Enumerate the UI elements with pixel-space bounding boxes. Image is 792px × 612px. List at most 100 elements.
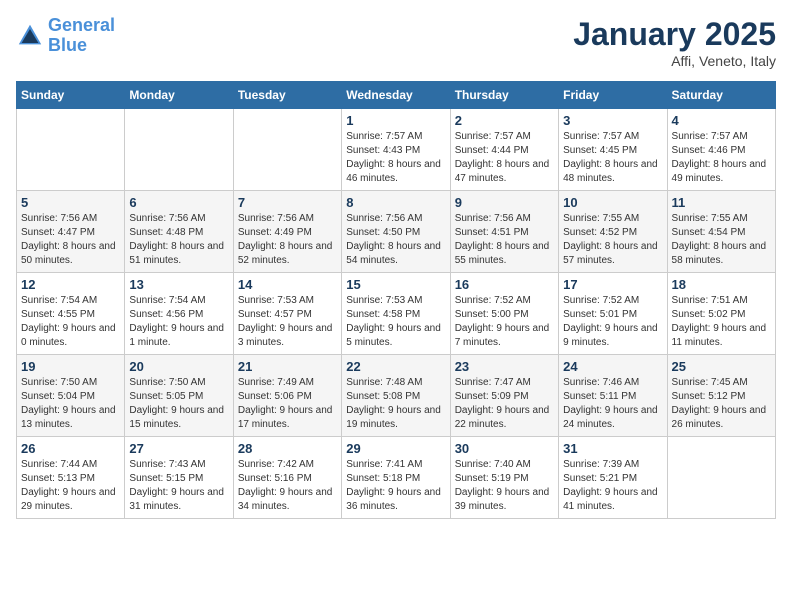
- day-number: 24: [563, 359, 662, 374]
- calendar-cell: 2 Sunrise: 7:57 AM Sunset: 4:44 PM Daylig…: [450, 109, 558, 191]
- day-info: Sunrise: 7:42 AM Sunset: 5:16 PM Dayligh…: [238, 458, 337, 514]
- day-number: 2: [455, 113, 554, 128]
- day-number: 14: [238, 277, 337, 292]
- calendar-cell: 20 Sunrise: 7:50 AM Sunset: 5:05 PM Dayli…: [125, 355, 233, 437]
- day-number: 28: [238, 441, 337, 456]
- logo: General Blue: [16, 16, 115, 56]
- calendar-cell: 24 Sunrise: 7:46 AM Sunset: 5:11 PM Dayli…: [559, 355, 667, 437]
- calendar-week-row: 12 Sunrise: 7:54 AM Sunset: 4:55 PM Dayli…: [17, 273, 776, 355]
- day-number: 26: [21, 441, 120, 456]
- day-number: 16: [455, 277, 554, 292]
- calendar-cell: 23Sunrise: 7:47 AM Sunset: 5:09 PM Dayli…: [450, 355, 558, 437]
- calendar-week-row: 1Sunrise: 7:57 AM Sunset: 4:43 PM Daylig…: [17, 109, 776, 191]
- day-info: Sunrise: 7:54 AM Sunset: 4:55 PM Dayligh…: [21, 294, 120, 350]
- calendar-cell: 19Sunrise: 7:50 AM Sunset: 5:04 PM Dayli…: [17, 355, 125, 437]
- weekday-header: Thursday: [450, 82, 558, 109]
- day-number: 3: [563, 113, 662, 128]
- day-number: 29: [346, 441, 445, 456]
- calendar-cell: [125, 109, 233, 191]
- calendar-week-row: 5 Sunrise: 7:56 AM Sunset: 4:47 PM Daylig…: [17, 191, 776, 273]
- day-info: Sunrise: 7:56 AM Sunset: 4:50 PM Dayligh…: [346, 212, 445, 268]
- day-number: 21: [238, 359, 337, 374]
- day-number: 7: [238, 195, 337, 210]
- day-info: Sunrise: 7:52 AM Sunset: 5:00 PM Dayligh…: [455, 294, 554, 350]
- calendar-cell: 16 Sunrise: 7:52 AM Sunset: 5:00 PM Dayli…: [450, 273, 558, 355]
- calendar-week-row: 19Sunrise: 7:50 AM Sunset: 5:04 PM Dayli…: [17, 355, 776, 437]
- day-info: Sunrise: 7:39 AM Sunset: 5:21 PM Dayligh…: [563, 458, 662, 514]
- logo-text: General Blue: [48, 16, 115, 56]
- day-info: Sunrise: 7:41 AM Sunset: 5:18 PM Dayligh…: [346, 458, 445, 514]
- logo-icon: [16, 22, 44, 50]
- day-number: 27: [129, 441, 228, 456]
- calendar-cell: 21 Sunrise: 7:49 AM Sunset: 5:06 PM Dayli…: [233, 355, 341, 437]
- day-info: Sunrise: 7:53 AM Sunset: 4:57 PM Dayligh…: [238, 294, 337, 350]
- calendar-cell: 13 Sunrise: 7:54 AM Sunset: 4:56 PM Dayli…: [125, 273, 233, 355]
- location-subtitle: Affi, Veneto, Italy: [573, 53, 776, 69]
- day-number: 13: [129, 277, 228, 292]
- calendar-cell: 12 Sunrise: 7:54 AM Sunset: 4:55 PM Dayli…: [17, 273, 125, 355]
- day-number: 11: [672, 195, 771, 210]
- calendar-cell: 10 Sunrise: 7:55 AM Sunset: 4:52 PM Dayli…: [559, 191, 667, 273]
- day-number: 18: [672, 277, 771, 292]
- calendar-cell: [17, 109, 125, 191]
- calendar-cell: 30Sunrise: 7:40 AM Sunset: 5:19 PM Dayli…: [450, 437, 558, 519]
- day-info: Sunrise: 7:56 AM Sunset: 4:47 PM Dayligh…: [21, 212, 120, 268]
- day-number: 20: [129, 359, 228, 374]
- calendar-cell: [233, 109, 341, 191]
- calendar-cell: 29 Sunrise: 7:41 AM Sunset: 5:18 PM Dayli…: [342, 437, 450, 519]
- day-number: 25: [672, 359, 771, 374]
- calendar-cell: 11 Sunrise: 7:55 AM Sunset: 4:54 PM Dayli…: [667, 191, 775, 273]
- calendar-week-row: 26 Sunrise: 7:44 AM Sunset: 5:13 PM Dayli…: [17, 437, 776, 519]
- day-info: Sunrise: 7:55 AM Sunset: 4:54 PM Dayligh…: [672, 212, 771, 268]
- day-info: Sunrise: 7:52 AM Sunset: 5:01 PM Dayligh…: [563, 294, 662, 350]
- calendar-cell: [667, 437, 775, 519]
- calendar-cell: 4Sunrise: 7:57 AM Sunset: 4:46 PM Daylig…: [667, 109, 775, 191]
- day-info: Sunrise: 7:56 AM Sunset: 4:49 PM Dayligh…: [238, 212, 337, 268]
- calendar-cell: 28 Sunrise: 7:42 AM Sunset: 5:16 PM Dayli…: [233, 437, 341, 519]
- day-info: Sunrise: 7:57 AM Sunset: 4:44 PM Dayligh…: [455, 130, 554, 186]
- day-number: 31: [563, 441, 662, 456]
- day-number: 1: [346, 113, 445, 128]
- day-info: Sunrise: 7:45 AM Sunset: 5:12 PM Dayligh…: [672, 376, 771, 432]
- day-info: Sunrise: 7:43 AM Sunset: 5:15 PM Dayligh…: [129, 458, 228, 514]
- weekday-header: Tuesday: [233, 82, 341, 109]
- day-info: Sunrise: 7:53 AM Sunset: 4:58 PM Dayligh…: [346, 294, 445, 350]
- day-number: 12: [21, 277, 120, 292]
- month-title: January 2025: [573, 16, 776, 53]
- calendar-cell: 7 Sunrise: 7:56 AM Sunset: 4:49 PM Daylig…: [233, 191, 341, 273]
- title-block: January 2025 Affi, Veneto, Italy: [573, 16, 776, 69]
- calendar-cell: 14 Sunrise: 7:53 AM Sunset: 4:57 PM Dayli…: [233, 273, 341, 355]
- calendar-cell: 8 Sunrise: 7:56 AM Sunset: 4:50 PM Daylig…: [342, 191, 450, 273]
- day-number: 22: [346, 359, 445, 374]
- calendar-cell: 15Sunrise: 7:53 AM Sunset: 4:58 PM Dayli…: [342, 273, 450, 355]
- day-info: Sunrise: 7:57 AM Sunset: 4:45 PM Dayligh…: [563, 130, 662, 186]
- calendar-cell: 6Sunrise: 7:56 AM Sunset: 4:48 PM Daylig…: [125, 191, 233, 273]
- day-info: Sunrise: 7:44 AM Sunset: 5:13 PM Dayligh…: [21, 458, 120, 514]
- day-info: Sunrise: 7:46 AM Sunset: 5:11 PM Dayligh…: [563, 376, 662, 432]
- day-info: Sunrise: 7:40 AM Sunset: 5:19 PM Dayligh…: [455, 458, 554, 514]
- day-info: Sunrise: 7:50 AM Sunset: 5:04 PM Dayligh…: [21, 376, 120, 432]
- day-info: Sunrise: 7:56 AM Sunset: 4:51 PM Dayligh…: [455, 212, 554, 268]
- weekday-header: Friday: [559, 82, 667, 109]
- calendar-cell: 5 Sunrise: 7:56 AM Sunset: 4:47 PM Daylig…: [17, 191, 125, 273]
- day-number: 10: [563, 195, 662, 210]
- day-info: Sunrise: 7:54 AM Sunset: 4:56 PM Dayligh…: [129, 294, 228, 350]
- calendar-cell: 26 Sunrise: 7:44 AM Sunset: 5:13 PM Dayli…: [17, 437, 125, 519]
- page-header: General Blue January 2025 Affi, Veneto, …: [16, 16, 776, 69]
- day-info: Sunrise: 7:48 AM Sunset: 5:08 PM Dayligh…: [346, 376, 445, 432]
- weekday-header: Wednesday: [342, 82, 450, 109]
- day-number: 5: [21, 195, 120, 210]
- day-info: Sunrise: 7:50 AM Sunset: 5:05 PM Dayligh…: [129, 376, 228, 432]
- day-info: Sunrise: 7:56 AM Sunset: 4:48 PM Dayligh…: [129, 212, 228, 268]
- day-number: 17: [563, 277, 662, 292]
- calendar-cell: 31 Sunrise: 7:39 AM Sunset: 5:21 PM Dayli…: [559, 437, 667, 519]
- day-info: Sunrise: 7:55 AM Sunset: 4:52 PM Dayligh…: [563, 212, 662, 268]
- day-info: Sunrise: 7:51 AM Sunset: 5:02 PM Dayligh…: [672, 294, 771, 350]
- calendar-cell: 1Sunrise: 7:57 AM Sunset: 4:43 PM Daylig…: [342, 109, 450, 191]
- day-number: 23: [455, 359, 554, 374]
- day-info: Sunrise: 7:49 AM Sunset: 5:06 PM Dayligh…: [238, 376, 337, 432]
- weekday-header: Sunday: [17, 82, 125, 109]
- day-number: 8: [346, 195, 445, 210]
- calendar-cell: 18 Sunrise: 7:51 AM Sunset: 5:02 PM Dayli…: [667, 273, 775, 355]
- weekday-header: Saturday: [667, 82, 775, 109]
